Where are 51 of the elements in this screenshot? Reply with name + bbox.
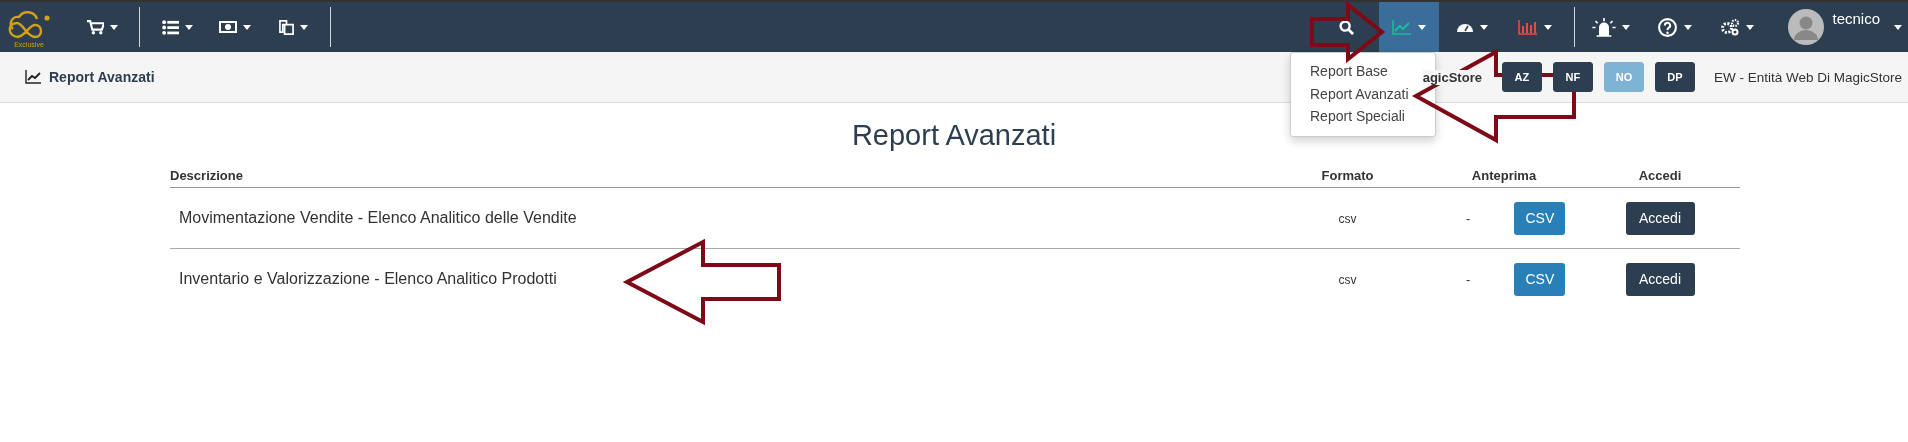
caret-icon — [1683, 24, 1692, 30]
cart-icon — [86, 19, 104, 35]
caret-icon — [299, 24, 308, 30]
search-icon — [1338, 19, 1354, 35]
code-button[interactable]: DP — [1654, 62, 1695, 92]
menu-item[interactable]: Report Base — [1310, 62, 1388, 82]
user-name: tecnico — [1832, 10, 1880, 27]
siren-icon — [1592, 17, 1617, 37]
line-chart-icon — [1392, 19, 1413, 35]
caret-icon — [1418, 24, 1427, 30]
user-menu[interactable]: tecnico — [1774, 2, 1908, 52]
caret-icon — [1746, 24, 1755, 30]
preview-value: - — [1466, 210, 1471, 226]
help-icon — [1656, 16, 1678, 38]
caret-icon — [1894, 24, 1902, 30]
report-description: Inventario e Valorizzazione - Elenco Analitico Prodotti — [179, 270, 557, 287]
caret-icon — [1544, 24, 1553, 30]
entity-name: EW - Entità Web Di MagicStore — [1713, 69, 1902, 85]
access-button[interactable]: Accedi — [1625, 262, 1695, 296]
report-description: Movimentazione Vendite - Elenco Analitico delle Vendite — [179, 209, 577, 226]
menu-item[interactable]: Report Speciali — [1310, 107, 1405, 127]
code-button[interactable]: AZ — [1501, 62, 1542, 92]
csv-button[interactable]: CSV — [1514, 201, 1566, 235]
column-header: Anteprima — [1471, 168, 1537, 183]
access-button[interactable]: Accedi — [1625, 201, 1695, 235]
code-button[interactable]: NF — [1552, 62, 1593, 92]
caret-icon — [184, 24, 193, 30]
csv-button[interactable]: CSV — [1514, 262, 1566, 296]
report-format: csv — [1338, 273, 1357, 287]
line-chart-icon — [25, 70, 41, 84]
column-header: Formato — [1321, 168, 1374, 183]
store-name: agicStore — [1422, 69, 1482, 85]
avatar-icon — [1788, 9, 1825, 45]
caret-icon — [109, 24, 118, 30]
bar-chart-icon — [1518, 19, 1539, 35]
report-format: csv — [1338, 212, 1357, 226]
list-icon — [161, 19, 179, 35]
column-header: Descrizione — [170, 168, 243, 183]
caret-icon — [1622, 24, 1631, 30]
banknote-icon — [219, 21, 237, 33]
menu-item[interactable]: Report Avanzati — [1310, 84, 1409, 104]
section-title: Report Avanzati — [49, 69, 155, 85]
caret-icon — [1480, 24, 1489, 30]
preview-value: - — [1466, 271, 1471, 287]
column-header: Accedi — [1638, 168, 1682, 183]
page-title: Report Avanzati — [851, 119, 1057, 152]
chart-menu[interactable] — [1379, 2, 1440, 52]
gears-icon — [1720, 18, 1741, 36]
caret-icon — [243, 24, 251, 30]
documents-icon — [278, 19, 294, 35]
gauge-icon — [1456, 21, 1475, 33]
